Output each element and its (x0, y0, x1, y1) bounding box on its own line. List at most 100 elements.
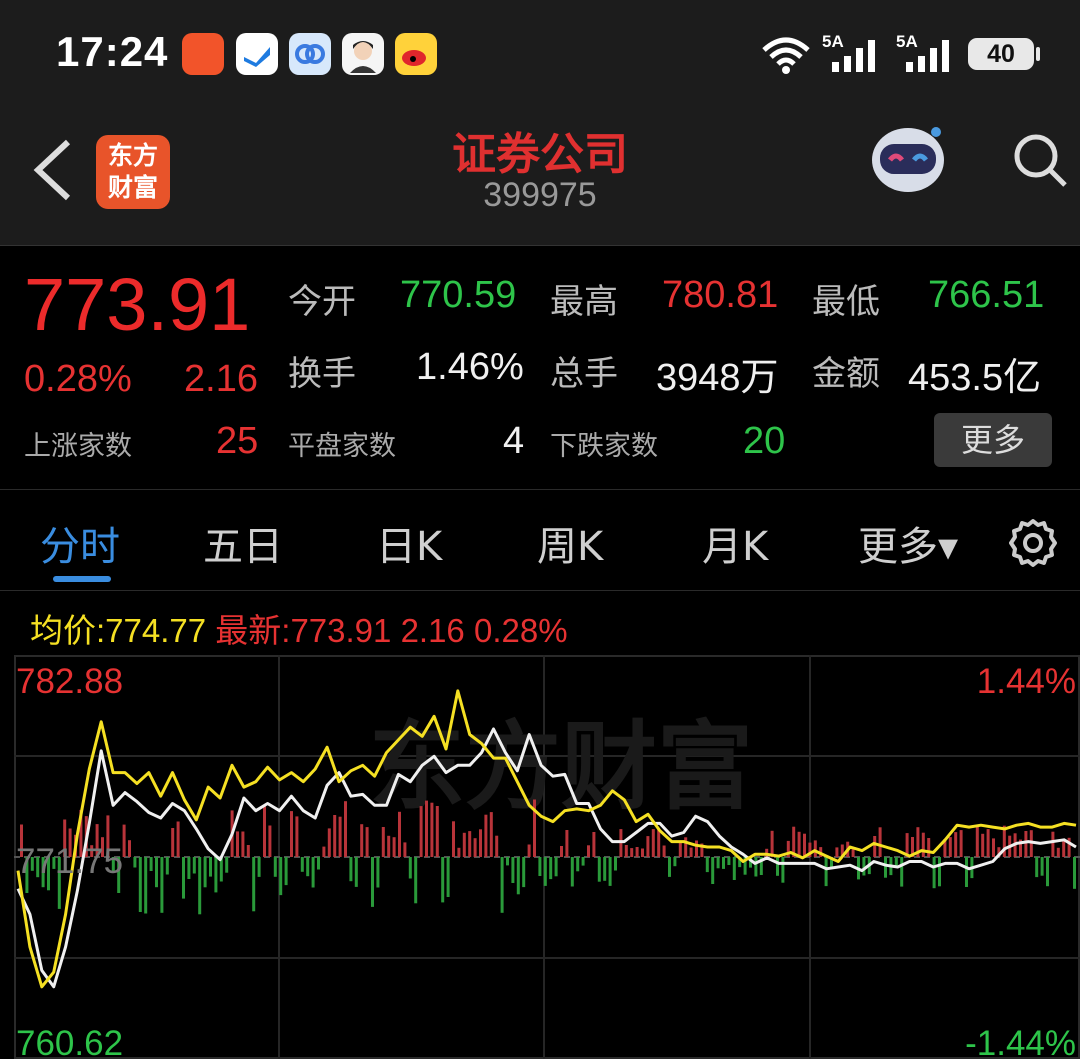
volume-bar (414, 857, 418, 904)
volume-bar (209, 857, 212, 877)
volume-bar (646, 836, 650, 857)
volume-bar (776, 857, 779, 876)
volume-bar (279, 857, 283, 896)
volume-bar (241, 831, 245, 857)
volume-bar (257, 857, 261, 877)
volume-bar (225, 857, 229, 873)
volume-bar (754, 857, 758, 877)
volume-bar (408, 857, 412, 879)
volume-bar (398, 811, 401, 857)
volume-bar (133, 857, 137, 868)
volume-bar (986, 829, 990, 857)
low-value: 766.51 (928, 274, 1045, 316)
volume-bar (473, 838, 477, 857)
signal-icon (830, 38, 882, 76)
volume-bar (651, 829, 655, 857)
volume-bar (813, 840, 817, 857)
volume-bar (1051, 831, 1055, 857)
volume-bar (430, 802, 434, 857)
volume-bar (273, 857, 277, 877)
wifi-icon (760, 36, 812, 80)
battery-level: 40 (987, 40, 1015, 68)
volume-bar (635, 847, 639, 857)
volume-bar (392, 837, 396, 857)
volume-bar (641, 848, 644, 857)
volume-bar (387, 835, 391, 857)
settings-gear-icon[interactable] (1006, 516, 1060, 574)
volume-bar (479, 829, 482, 857)
latest-change-percent: 0.28% (473, 612, 568, 649)
volume-bar (349, 857, 353, 882)
volume-bar (365, 827, 369, 857)
volume-bar (727, 857, 731, 865)
chart-info-line: 均价:774.77 最新:773.91 2.16 0.28% (30, 604, 568, 652)
volume-bar (527, 844, 531, 857)
flat-count-label: 平盘家数 (288, 431, 396, 462)
volume-bar (441, 857, 445, 903)
volume-bar (333, 815, 337, 857)
volume-bar (516, 857, 520, 895)
volume-bar (711, 857, 715, 884)
volume-bar (614, 857, 617, 871)
volume-bar (1024, 831, 1028, 857)
volume-bar (511, 857, 515, 883)
battery-icon: 40 (968, 38, 1034, 70)
latest-change-value: 2.16 (400, 612, 465, 649)
volume-bar (489, 812, 493, 857)
volume-bar (538, 857, 542, 876)
tab-daily-k[interactable]: 日K (376, 514, 442, 572)
volume-bar (862, 857, 866, 876)
volume-bar (1062, 840, 1066, 857)
volume-bar (1035, 857, 1039, 878)
open-value: 770.59 (400, 274, 517, 316)
volume-bar (959, 830, 963, 857)
down-count-label: 下跌家数 (550, 431, 658, 462)
battery-tip (1036, 47, 1040, 61)
up-count-label: 上涨家数 (24, 431, 132, 462)
robot-assistant-icon[interactable] (864, 118, 952, 202)
volume-bar (322, 846, 326, 857)
search-icon[interactable] (1010, 130, 1070, 194)
y-mid-label: 771.75 (16, 842, 123, 881)
volume-bar (290, 811, 293, 857)
volume-bar (684, 837, 688, 857)
tab-five-day[interactable]: 五日 (203, 514, 283, 572)
volume-bar (462, 832, 466, 857)
high-value: 780.81 (662, 274, 779, 316)
app-notification-icon (289, 33, 331, 75)
volume-bar (214, 857, 218, 893)
volume-bar (155, 857, 158, 888)
tab-weekly-k[interactable]: 周K (537, 514, 603, 572)
volume-bar (176, 821, 180, 857)
volume-bar (149, 857, 153, 871)
volume-bar (128, 840, 131, 857)
intraday-chart[interactable]: 东方财富 782.88 771.75 760.62 1.44% -1.44% (14, 655, 1080, 1059)
pct-max-label: 1.44% (977, 662, 1076, 701)
avg-price-value: 774.77 (105, 612, 207, 649)
volume-bar (203, 857, 207, 888)
volume-bar (624, 845, 628, 857)
tab-monthly-k[interactable]: 月K (702, 514, 768, 572)
volume-bar (263, 804, 266, 857)
tab-more[interactable]: 更多▾ (858, 514, 958, 572)
volume-bar (803, 833, 806, 857)
volume-bar (236, 831, 239, 857)
avg-price-label: 均价: (30, 612, 106, 649)
volume-bar (948, 837, 952, 857)
volume-label: 总手 (550, 354, 618, 394)
volume-bar (554, 857, 558, 877)
volume-bar (198, 857, 202, 915)
volume-bar (705, 857, 709, 873)
volume-bar (695, 840, 698, 857)
active-tab-indicator (53, 576, 111, 582)
amount-value: 453.5亿 (908, 357, 1042, 399)
volume-bar (360, 824, 364, 857)
volume-bar (522, 857, 526, 888)
tab-intraday[interactable]: 分时 (40, 514, 120, 572)
turnover-label: 换手 (288, 354, 356, 394)
volume-bar (419, 806, 423, 857)
more-details-button[interactable]: 更多 (934, 413, 1052, 467)
volume-bar (468, 831, 472, 857)
volume-bar (673, 857, 677, 867)
volume-bar (484, 814, 488, 857)
